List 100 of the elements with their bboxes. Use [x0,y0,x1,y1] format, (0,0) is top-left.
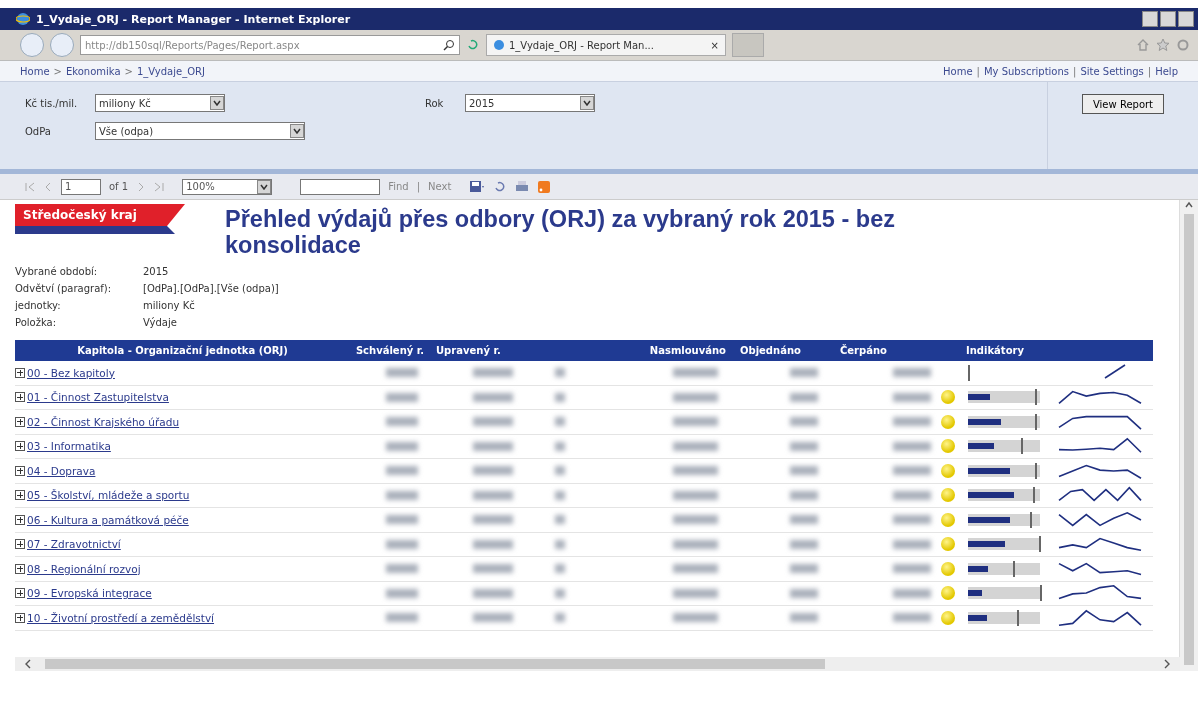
blurred-value [555,564,565,574]
blurred-value [790,417,818,427]
chapter-link[interactable]: 04 - Doprava [27,464,96,477]
header-link[interactable]: Help [1155,65,1178,77]
blurred-value [673,441,718,451]
info-label: Vybrané období: [15,266,99,277]
blurred-value [473,392,513,402]
header-link[interactable]: Home [943,65,973,77]
chapter-link[interactable]: 10 - Životní prostředí a zemědělství [27,611,215,624]
blurred-value [386,417,418,427]
region-logo: Středočeský kraj [15,204,185,234]
parameter-dropdown[interactable]: Vše (odpa) [95,122,305,140]
blurred-value [893,441,931,451]
breadcrumb-link[interactable]: 1_Vydaje_ORJ [136,65,205,77]
expand-icon[interactable] [15,441,25,452]
expand-icon[interactable] [15,416,25,427]
vertical-scrollbar[interactable] [1179,200,1198,671]
blurred-value [673,613,718,623]
parameter-label: OdPa [25,125,52,137]
blurred-value [386,613,418,623]
info-value: Výdaje [143,317,178,328]
scroll-up-icon[interactable] [1184,200,1194,210]
chapter-link[interactable]: 01 - Činnost Zastupitelstva [27,391,169,404]
blurred-value [555,515,565,525]
expand-icon[interactable] [15,588,25,599]
globe-icon [493,39,505,51]
link-separator: | [976,65,980,77]
expand-icon[interactable] [15,465,25,476]
blurred-value [386,490,418,500]
parameter-dropdown[interactable]: miliony Kč [95,94,225,112]
scroll-left-icon[interactable] [23,659,33,669]
breadcrumb-link[interactable]: Ekonomika [65,65,121,77]
browser-tab[interactable]: 1_Vydaje_ORJ - Report Man... × [486,34,726,56]
expand-icon[interactable] [15,367,25,378]
link-separator: | [416,181,421,192]
view-report-button[interactable]: View Report [1081,94,1165,114]
report-title: Přehled výdajů přes odbory (ORJ) za vybraný rok 2015 - bez konsolidace [225,206,896,258]
bullet-bar [968,538,1040,551]
bullet-bar [968,513,1040,526]
horizontal-scrollbar[interactable] [15,657,1180,671]
bullet-bar [968,391,1040,404]
info-value: [OdPa].[OdPa].[Vše (odpa)] [143,283,280,294]
blurred-value [386,392,418,402]
chapter-link[interactable]: 07 - Zdravotnictví [27,538,121,551]
blurred-value [790,466,818,476]
expand-icon[interactable] [15,539,25,550]
chapter-link[interactable]: 03 - Informatika [27,440,111,453]
blurred-value [673,417,718,427]
scroll-right-icon[interactable] [1162,659,1172,669]
star-icon[interactable] [1156,38,1170,52]
info-label: jednotky: [15,300,62,311]
page-number-field[interactable]: 1 [61,178,101,195]
parameter-label: Rok [425,97,445,109]
blurred-value [386,539,418,549]
expand-icon[interactable] [15,392,25,403]
expand-icon[interactable] [15,563,25,574]
breadcrumb-link[interactable]: Home [20,65,50,77]
expand-icon[interactable] [15,514,25,525]
chapter-link[interactable]: 00 - Bez kapitoly [27,366,115,379]
blurred-value [893,564,931,574]
print-icon[interactable] [515,179,530,194]
blurred-value [893,539,931,549]
header-link[interactable]: My Subscriptions [983,65,1070,77]
blurred-value [790,441,818,451]
blurred-value [893,613,931,623]
page-count: of 1 [109,181,129,192]
blurred-value [790,490,818,500]
address-field[interactable]: http://db150sql/Reports/Pages/Report.aspx [80,35,460,55]
blurred-value [790,392,818,402]
blurred-value [473,539,513,549]
info-label: Odvětví (paragraf): [15,283,113,294]
blurred-value [473,515,513,525]
zoom-dropdown[interactable]: 100% [182,178,273,195]
blurred-value [893,392,931,402]
blurred-value [555,441,565,451]
blurred-value [893,515,931,525]
search-icon[interactable] [443,39,455,51]
blurred-value [893,466,931,476]
chapter-link[interactable]: 02 - Činnost Krajského úřadu [27,415,180,428]
blurred-value [790,368,818,378]
expand-icon[interactable] [15,490,25,501]
blurred-value [555,539,565,549]
blurred-value [386,441,418,451]
chapter-link[interactable]: 09 - Evropská integrace [27,587,152,600]
blurred-value [386,368,418,378]
parameter-dropdown[interactable]: 2015 [465,94,595,112]
chapter-link[interactable]: 05 - Školství, mládeže a sportu [27,489,190,502]
chapter-link[interactable]: 08 - Regionální rozvoj [27,562,141,575]
link-separator: | [1073,65,1077,77]
find-field[interactable] [300,178,381,195]
bullet-bar [968,415,1040,428]
expand-icon[interactable] [15,612,25,623]
header-link[interactable]: Site Settings [1080,65,1144,77]
save-icon[interactable] [469,179,486,194]
link-separator: | [1147,65,1152,77]
blurred-value [673,515,718,525]
blurred-value [790,588,818,598]
blurred-value [386,515,418,525]
chapter-link[interactable]: 06 - Kultura a památková péče [27,513,189,526]
blurred-value [790,564,818,574]
